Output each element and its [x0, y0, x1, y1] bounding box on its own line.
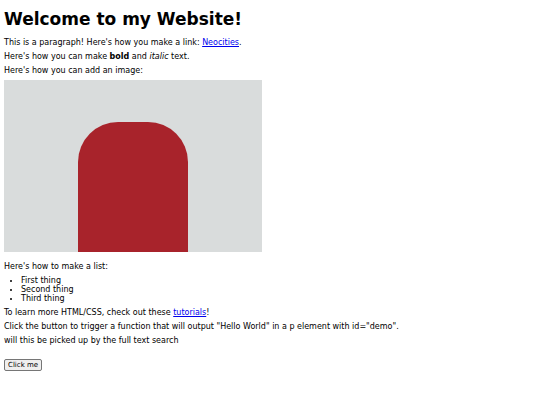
paragraph: Click the button to trigger a function t… — [4, 322, 536, 331]
text: ! — [206, 308, 209, 317]
paragraph: Here's how you can make bold and italic … — [4, 52, 536, 61]
paragraph: This is a paragraph! Here's how you make… — [4, 38, 536, 47]
list: First thingSecond thingThird thing — [4, 276, 536, 303]
paragraph: Here's how you can add an image: — [4, 66, 536, 75]
text: To learn more HTML/CSS, check out these — [4, 308, 173, 317]
link[interactable]: tutorials — [173, 308, 206, 317]
text: . — [239, 38, 242, 47]
text: Here's how to make a list: — [4, 262, 108, 271]
paragraph: Here's how to make a list: — [4, 262, 536, 271]
italic-text: italic — [149, 52, 168, 61]
list-item: Second thing — [21, 285, 536, 294]
heading: Welcome to my Website! — [4, 9, 536, 29]
text: This is a paragraph! Here's how you make… — [4, 38, 202, 47]
bold-text: bold — [110, 52, 130, 61]
photo — [4, 80, 262, 252]
text: Here's how you can make — [4, 52, 110, 61]
page: Welcome to my Website! This is a paragrap… — [0, 0, 540, 405]
text: text. — [169, 52, 190, 61]
paragraph: will this be picked up by the full text … — [4, 336, 536, 345]
list-item: First thing — [21, 276, 536, 285]
text: will this be picked up by the full text … — [4, 336, 179, 345]
list-item: Third thing — [21, 294, 536, 303]
link[interactable]: Neocities — [202, 38, 239, 47]
text: and — [129, 52, 149, 61]
text: Here's how you can add an image: — [4, 66, 143, 75]
paragraph: To learn more HTML/CSS, check out these … — [4, 308, 536, 317]
click-me-button[interactable]: Click me — [4, 359, 42, 371]
text: Click the button to trigger a function t… — [4, 322, 399, 331]
